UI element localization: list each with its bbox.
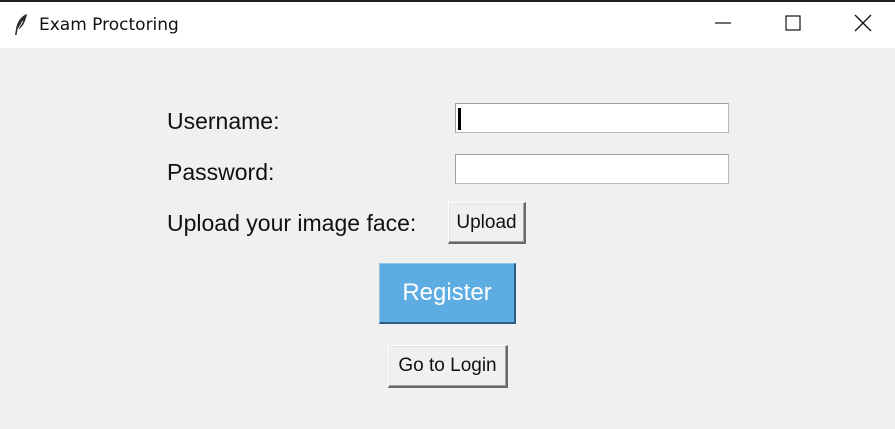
minimize-icon: [714, 14, 732, 37]
app-window: Exam Proctoring Username: Password: Uplo…: [0, 0, 895, 429]
password-field[interactable]: [455, 154, 729, 184]
password-label: Password:: [167, 159, 275, 185]
maximize-button[interactable]: [758, 2, 828, 48]
title-bar[interactable]: Exam Proctoring: [0, 2, 895, 48]
window-title: Exam Proctoring: [39, 15, 179, 35]
minimize-button[interactable]: [688, 2, 758, 48]
upload-button[interactable]: Upload: [448, 202, 526, 244]
go-to-login-button[interactable]: Go to Login: [388, 345, 508, 388]
username-label: Username:: [167, 108, 280, 134]
close-button[interactable]: [828, 2, 895, 48]
close-icon: [854, 14, 872, 37]
text-cursor: [458, 108, 461, 130]
feather-icon: [12, 13, 30, 37]
upload-label: Upload your image face:: [167, 210, 417, 236]
register-button[interactable]: Register: [379, 263, 516, 324]
maximize-icon: [784, 14, 802, 37]
username-field[interactable]: [455, 103, 729, 133]
